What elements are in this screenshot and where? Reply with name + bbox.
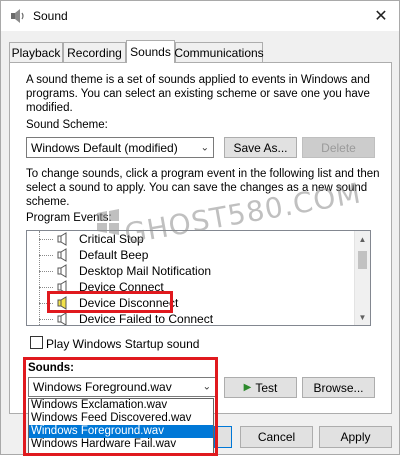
sounds-label: Sounds:: [28, 362, 74, 374]
window-title: Sound: [33, 9, 68, 23]
sound-scheme-value: Windows Default (modified): [31, 140, 178, 155]
list-item[interactable]: Device Failed to Connect: [27, 311, 357, 326]
event-label: Device Disconnect: [79, 296, 179, 310]
close-button[interactable]: ✕: [367, 4, 395, 28]
startup-sound-label: Play Windows Startup sound: [46, 337, 200, 351]
test-button[interactable]: ▶ Test: [224, 377, 297, 398]
scroll-up-icon[interactable]: ▲: [355, 231, 370, 247]
tab-communications[interactable]: Communications: [174, 42, 264, 62]
close-icon: ✕: [374, 8, 388, 25]
speaker-icon: [57, 248, 67, 262]
save-as-button[interactable]: Save As...: [224, 137, 297, 158]
play-icon: ▶: [243, 382, 252, 393]
sound-scheme-select[interactable]: Windows Default (modified) ⌄: [26, 137, 214, 158]
chevron-down-icon: ⌄: [202, 381, 211, 393]
list-item[interactable]: Windows Feed Discovered.wav: [29, 412, 213, 425]
startup-sound-checkbox[interactable]: [30, 336, 43, 349]
test-button-label: Test: [255, 380, 278, 395]
list-item-selected[interactable]: Windows Foreground.wav: [29, 425, 213, 438]
list-item[interactable]: Windows Hardware Fail.wav: [29, 438, 213, 451]
program-events-list[interactable]: Critical Stop Default Beep Desktop Mail …: [26, 230, 371, 326]
delete-button[interactable]: Delete: [302, 137, 375, 158]
scheme-description: A sound theme is a set of sounds applied…: [26, 74, 370, 114]
chevron-down-icon: ⌄: [200, 142, 209, 153]
list-item[interactable]: Desktop Mail Notification: [27, 263, 357, 279]
sound-file-value: Windows Foreground.wav: [33, 380, 172, 394]
sound-file-select[interactable]: Windows Foreground.wav ⌄: [28, 377, 216, 397]
event-label: Desktop Mail Notification: [79, 264, 212, 278]
scroll-thumb[interactable]: [358, 251, 367, 269]
tab-recording[interactable]: Recording: [63, 42, 126, 62]
cancel-button[interactable]: Cancel: [240, 426, 313, 448]
watermark-logo-icon: [97, 209, 119, 235]
sound-dialog: Sound ✕ Playback Recording Sounds Commun…: [0, 0, 400, 456]
event-label: Device Connect: [79, 280, 164, 294]
scroll-down-icon[interactable]: ▼: [355, 309, 370, 325]
list-item-selected[interactable]: Device Disconnect: [27, 295, 357, 311]
apply-button[interactable]: Apply: [319, 426, 392, 448]
speaker-icon: [11, 9, 24, 23]
speaker-icon: [57, 232, 67, 246]
sound-file-dropdown-list[interactable]: Windows Exclamation.wav Windows Feed Dis…: [28, 398, 214, 454]
ok-button[interactable]: [214, 426, 232, 448]
event-label: Device Failed to Connect: [79, 312, 214, 326]
title-bar[interactable]: Sound ✕: [1, 1, 399, 31]
speaker-icon: [57, 296, 67, 310]
sounds-tab-panel: A sound theme is a set of sounds applied…: [9, 62, 392, 414]
tab-playback[interactable]: Playback: [9, 42, 63, 62]
sound-scheme-label: Sound Scheme:: [26, 119, 108, 131]
list-item[interactable]: Default Beep: [27, 247, 357, 263]
speaker-icon: [57, 312, 67, 325]
browse-button[interactable]: Browse...: [302, 377, 375, 398]
event-label: Default Beep: [79, 248, 149, 262]
tab-sounds[interactable]: Sounds: [126, 40, 175, 63]
speaker-icon: [57, 264, 67, 278]
list-item[interactable]: Device Connect: [27, 279, 357, 295]
speaker-icon: [57, 280, 67, 294]
list-item[interactable]: Windows Exclamation.wav: [29, 399, 213, 412]
events-scrollbar[interactable]: ▲ ▼: [354, 231, 370, 325]
